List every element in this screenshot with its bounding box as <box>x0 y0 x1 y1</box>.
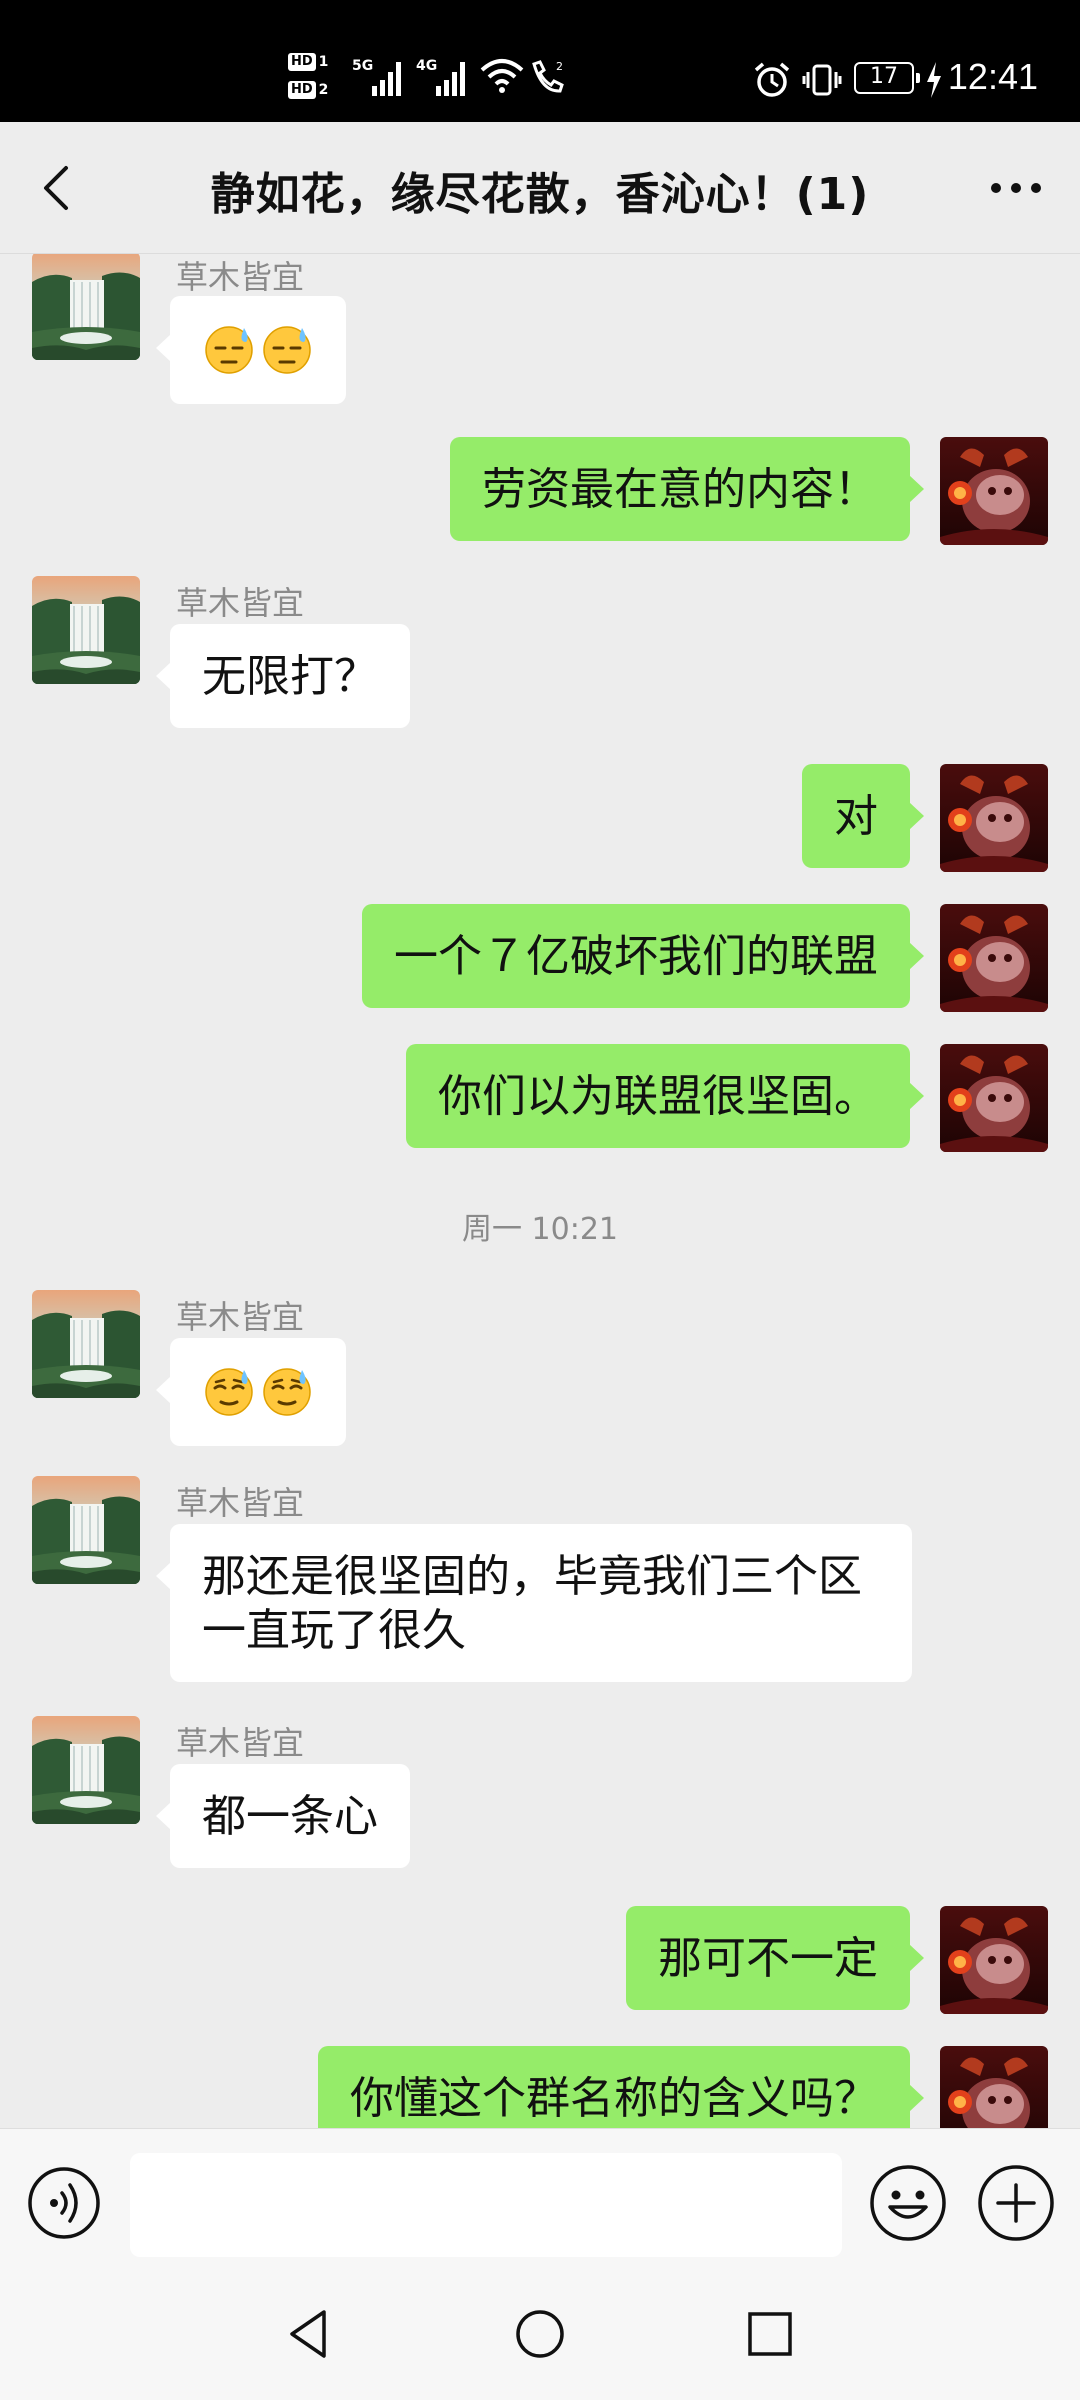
sim-2-number: 2 <box>318 82 329 98</box>
message-bubble-outgoing[interactable]: 你懂这个群名称的含义吗？ <box>318 2046 924 2128</box>
waterfall-avatar-image <box>32 1290 140 1398</box>
nav-home-icon[interactable] <box>510 2304 570 2364</box>
message-bubble-incoming[interactable]: 那还是很坚固的，毕竟我们三个区 一直玩了很久 <box>156 1524 912 1682</box>
nav-recent-icon[interactable] <box>740 2304 800 2364</box>
more-horizontal-icon[interactable] <box>980 156 1052 220</box>
network-5g-label: 5G <box>352 58 373 74</box>
hd-badge-2: HD <box>288 81 316 99</box>
hd-badge-1: HD <box>288 53 316 71</box>
volte-call-icon: 2 <box>532 60 564 93</box>
sweat-expressionless-emoji-icon <box>260 322 314 376</box>
message-bubble-outgoing[interactable]: 对 <box>802 764 924 868</box>
avatar-self[interactable] <box>940 1906 1048 2014</box>
message-bubble-outgoing[interactable]: 一个７亿破坏我们的联盟 <box>362 904 924 1008</box>
vibrate-icon <box>802 64 842 96</box>
devil-avatar-image <box>940 1906 1048 2014</box>
waterfall-avatar-image <box>32 1476 140 1584</box>
message-bubble-incoming[interactable]: 无限打？ <box>156 624 410 728</box>
system-nav-bar <box>0 2274 1080 2400</box>
avatar-contact[interactable] <box>32 254 140 360</box>
nav-back-icon[interactable] <box>280 2304 340 2364</box>
sender-name: 草木皆宜 <box>176 258 305 296</box>
signal-4g-icon: 4G <box>416 58 465 96</box>
message-bubble-incoming[interactable] <box>156 296 346 404</box>
message-text-line: 一直玩了很久 <box>202 1605 466 1656</box>
devil-avatar-image <box>940 2046 1048 2128</box>
message-bubble-outgoing[interactable]: 那可不一定 <box>626 1906 924 2010</box>
waterfall-avatar-image <box>32 1716 140 1824</box>
sim-1-number: 1 <box>318 54 329 70</box>
sweat-expressionless-emoji-icon <box>202 322 256 376</box>
avatar-contact[interactable] <box>32 1476 140 1584</box>
clock: 12:41 <box>947 56 1038 97</box>
sender-name: 草木皆宜 <box>176 584 305 622</box>
avatar-self[interactable] <box>940 2046 1048 2128</box>
status-bar: HD 1 HD 2 5G 4G 2 17 12:41 <box>0 0 1080 122</box>
message-input[interactable] <box>130 2153 842 2257</box>
input-bar <box>0 2128 1080 2274</box>
chat-title: 静如花，缘尽花散，香沁心！(1) <box>210 169 870 220</box>
relieved-sweat-emoji-icon <box>260 1364 314 1418</box>
waterfall-avatar-image <box>32 576 140 684</box>
sender-name: 草木皆宜 <box>176 1724 305 1762</box>
alarm-icon <box>754 62 790 97</box>
avatar-contact[interactable] <box>32 1290 140 1398</box>
avatar-contact[interactable] <box>32 1716 140 1824</box>
devil-avatar-image <box>940 1044 1048 1152</box>
devil-avatar-image <box>940 437 1048 545</box>
devil-avatar-image <box>940 764 1048 872</box>
avatar-self[interactable] <box>940 1044 1048 1152</box>
avatar-self[interactable] <box>940 437 1048 545</box>
avatar-self[interactable] <box>940 904 1048 1012</box>
plus-icon[interactable] <box>976 2163 1056 2243</box>
waterfall-avatar-image <box>32 254 140 360</box>
wifi-icon <box>480 59 524 93</box>
avatar-self[interactable] <box>940 764 1048 872</box>
sender-name: 草木皆宜 <box>176 1298 305 1336</box>
relieved-sweat-emoji-icon <box>202 1364 256 1418</box>
chat-header: 静如花，缘尽花散，香沁心！(1) <box>0 122 1080 254</box>
battery-indicator: 17 <box>854 62 920 94</box>
message-bubble-outgoing[interactable]: 你们以为联盟很坚固。 <box>406 1044 924 1148</box>
avatar-contact[interactable] <box>32 576 140 684</box>
network-4g-label: 4G <box>416 58 437 74</box>
signal-5g-icon: 5G <box>352 58 401 96</box>
svg-text:2: 2 <box>556 60 563 73</box>
message-bubble-incoming[interactable] <box>156 1338 346 1446</box>
message-text-line: 那还是很坚固的，毕竟我们三个区 <box>202 1551 862 1602</box>
message-list[interactable]: 草木皆宜 劳资最在意的内容！ 草木皆宜 无限打？ 对 一个７亿破坏我们的联盟 你… <box>0 254 1080 2128</box>
devil-avatar-image <box>940 904 1048 1012</box>
emoji-icon[interactable] <box>868 2163 948 2243</box>
chevron-left-icon[interactable] <box>28 156 92 220</box>
charging-icon <box>927 62 941 98</box>
message-timestamp: 周一 10:21 <box>462 1212 618 1247</box>
sim-indicators: HD 1 HD 2 <box>288 48 344 110</box>
message-bubble-outgoing[interactable]: 劳资最在意的内容！ <box>450 437 924 541</box>
voice-icon[interactable] <box>26 2165 102 2241</box>
message-bubble-incoming[interactable]: 都一条心 <box>156 1764 410 1868</box>
sender-name: 草木皆宜 <box>176 1484 305 1522</box>
